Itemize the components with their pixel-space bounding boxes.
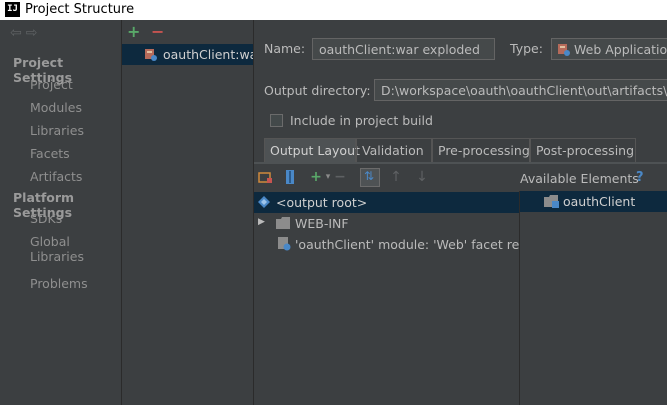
settings-nav: ⇦⇨ Project Settings Project Modules Libr… — [0, 20, 121, 405]
nav-item-artifacts[interactable]: Artifacts — [30, 169, 82, 184]
forward-arrow-icon[interactable]: ⇨ — [26, 25, 42, 41]
tree-row-label: WEB-INF — [295, 216, 349, 231]
tab-post-processing[interactable]: Post-processing — [530, 138, 636, 162]
nav-item-libraries[interactable]: Libraries — [30, 123, 84, 138]
available-element-row[interactable]: oauthClient — [520, 191, 667, 212]
create-archive-icon[interactable] — [282, 169, 298, 185]
output-layout-tree: <output root> ▶ WEB-INF 'oauthClient' mo… — [254, 191, 519, 405]
window-titlebar: IJ Project Structure — [0, 0, 667, 20]
tab-validation[interactable]: Validation — [356, 138, 432, 162]
nav-item-problems[interactable]: Problems — [30, 276, 88, 291]
intellij-icon: IJ — [5, 2, 20, 17]
module-folder-icon — [544, 195, 559, 208]
nav-item-global-libraries[interactable]: Global Libraries — [30, 234, 121, 264]
tab-output-layout[interactable]: Output Layout — [264, 138, 360, 162]
nav-item-project[interactable]: Project — [30, 77, 73, 92]
available-elements-label: Available Elements — [520, 171, 639, 186]
expand-arrow-icon[interactable]: ▶ — [258, 217, 265, 227]
tree-row-web-facet-resources[interactable]: 'oauthClient' module: 'Web' facet resour… — [254, 234, 519, 255]
artifact-item-label: oauthClient:war — [163, 47, 263, 62]
window-title: Project Structure — [25, 2, 135, 17]
output-directory-label: Output directory: — [264, 83, 371, 98]
tree-row-output-root[interactable]: <output root> — [254, 192, 519, 213]
back-arrow-icon[interactable]: ⇦ — [10, 25, 26, 41]
help-icon[interactable]: ? — [636, 170, 644, 185]
web-facet-icon — [278, 237, 291, 251]
move-down-icon[interactable]: ↓ — [414, 169, 430, 185]
name-label: Name: — [264, 41, 306, 56]
tab-pre-processing[interactable]: Pre-processing — [432, 138, 530, 162]
type-label: Type: — [510, 41, 543, 56]
folder-icon — [276, 217, 290, 229]
include-in-build-label: Include in project build — [290, 113, 433, 128]
nav-item-facets[interactable]: Facets — [30, 146, 70, 161]
available-element-label: oauthClient — [563, 194, 636, 209]
artifact-detail-pane: Name: oauthClient:war exploded Type: Web… — [254, 20, 667, 405]
nav-item-modules[interactable]: Modules — [30, 100, 82, 115]
move-up-icon[interactable]: ↑ — [388, 169, 404, 185]
create-directory-icon[interactable] — [258, 169, 274, 185]
type-select[interactable]: Web Application: Exploded — [551, 38, 667, 60]
tree-row-web-inf[interactable]: ▶ WEB-INF — [254, 213, 519, 234]
nav-item-sdks[interactable]: SDKs — [30, 211, 62, 226]
tab-underline — [254, 162, 667, 164]
artifacts-list-pane: + − oauthClient:war — [122, 20, 262, 405]
available-elements-tree: oauthClient — [519, 191, 667, 405]
artifact-item[interactable]: oauthClient:war — [122, 44, 262, 65]
tree-row-label: <output root> — [276, 195, 368, 210]
include-in-build-checkbox[interactable] — [270, 114, 283, 127]
name-input[interactable]: oauthClient:war exploded — [312, 38, 495, 60]
add-artifact-button[interactable]: + — [127, 24, 140, 40]
output-directory-input[interactable]: D:\workspace\oauth\oauthClient\out\artif… — [374, 79, 667, 101]
web-war-icon — [145, 49, 157, 61]
web-war-icon — [558, 44, 570, 56]
sort-elements-button[interactable]: ⇅ — [360, 168, 380, 187]
remove-artifact-button[interactable]: − — [151, 24, 164, 40]
type-select-value: Web Application: Exploded — [574, 42, 667, 57]
available-elements-header: Available Elements ? — [519, 166, 667, 190]
remove-element-button[interactable]: − — [332, 169, 348, 185]
history-nav: ⇦⇨ — [10, 25, 41, 41]
sort-icon: ⇅ — [364, 169, 375, 183]
tree-row-label: 'oauthClient' module: 'Web' facet resour… — [295, 237, 519, 252]
output-root-icon — [258, 196, 270, 208]
